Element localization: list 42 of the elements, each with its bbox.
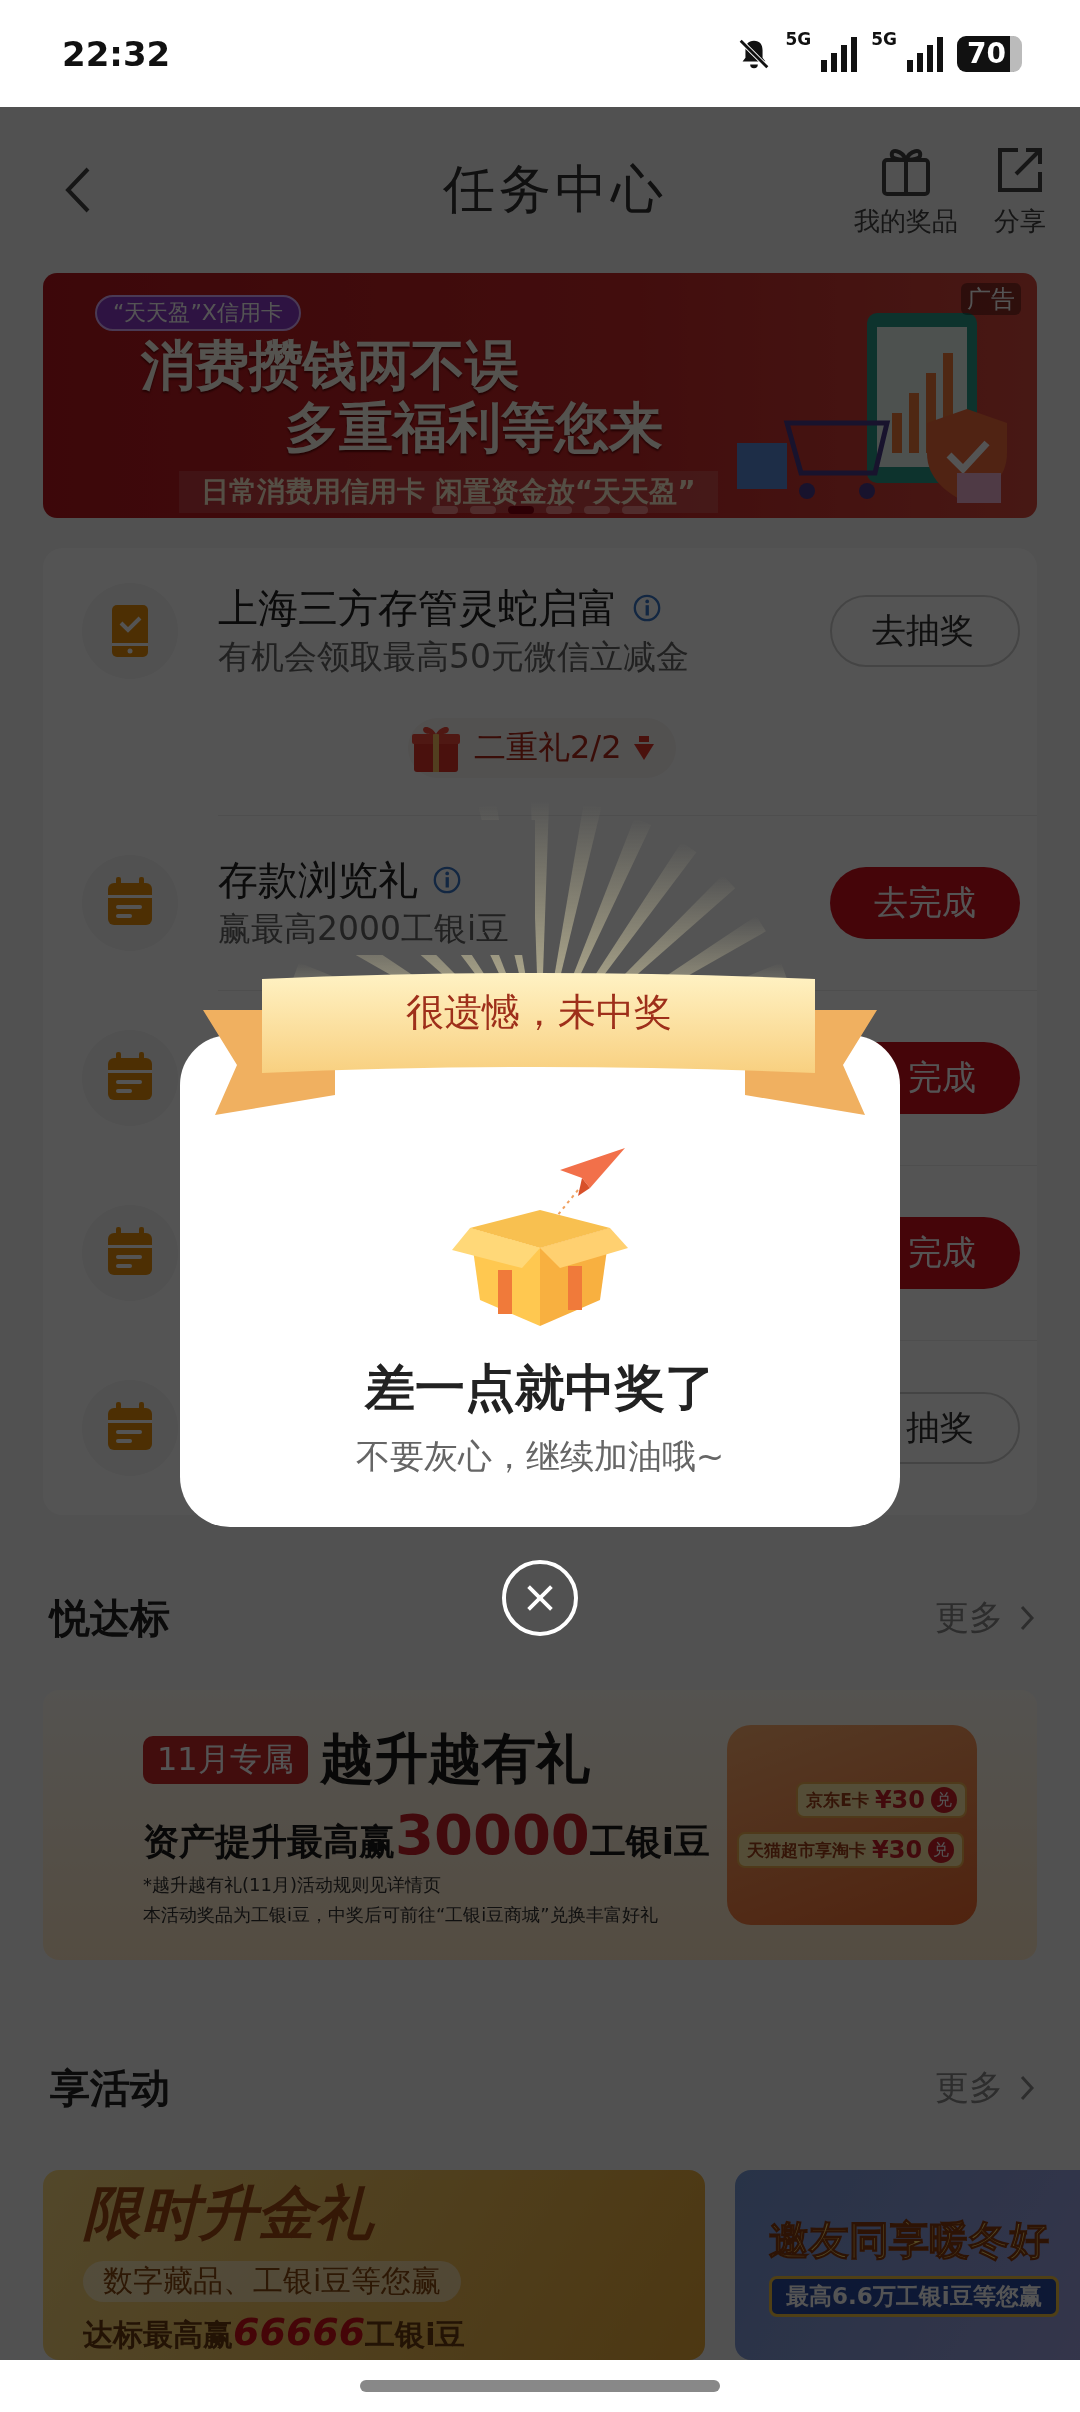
section-title: 悦达标 — [50, 1594, 170, 1643]
close-button[interactable] — [502, 1560, 578, 1636]
voucher-name: 京东E卡 — [806, 1788, 869, 1812]
redeem-badge: 兑 — [931, 1787, 957, 1813]
home-indicator[interactable] — [360, 2380, 720, 2392]
task-button[interactable]: 去抽奖 — [830, 595, 1020, 667]
banner-note: *越升越有礼(11月)活动规则见详情页 — [143, 1873, 442, 1897]
banner-pill: 最高6.6万工银i豆等您赢 — [769, 2276, 1059, 2317]
banner-title: 邀友同享暖冬好 — [769, 2216, 1050, 2265]
task-title: 存款浏览礼 — [218, 855, 418, 905]
share-button[interactable]: 分享 — [992, 141, 1048, 239]
clock-time: 22:32 — [62, 33, 171, 74]
signal-icon — [819, 35, 860, 72]
banner-note: 本活动奖品为工银i豆，中奖后可前往“工银i豆商城”兑换丰富好礼 — [143, 1903, 659, 1927]
reward-chip[interactable]: 二重礼2/2 — [408, 718, 676, 778]
promo-banner[interactable]: 邀友同享暖冬好 最高6.6万工银i豆等您赢 — [735, 2170, 1080, 2360]
banner-text: 资产提升最高赢30000工银i豆 — [143, 1802, 712, 1867]
result-message: 不要灰心，继续加油哦~ — [355, 1435, 725, 1478]
section-title: 享活动 — [50, 2064, 170, 2113]
task-button[interactable]: 去完成 — [830, 866, 1020, 939]
signal-icon — [905, 35, 946, 72]
network-type-label: 5G — [785, 28, 812, 49]
banner-badge: 11月专属 — [143, 1735, 308, 1784]
banner-headline: 多重福利等您来 — [285, 397, 663, 459]
banner-headline: 消费攒钱两不误 — [141, 335, 519, 397]
banner-tag: “天天盈”X信用卡 — [95, 295, 301, 331]
battery-indicator: 70 — [957, 35, 1022, 72]
network-type-label: 5G — [871, 28, 898, 49]
chevron-right-icon — [1019, 1604, 1035, 1632]
task-title: 上海三方存管灵蛇启富 — [218, 584, 618, 633]
banner-title: 越升越有礼 — [319, 1726, 590, 1792]
result-heading: 很遗憾，未中奖 — [404, 989, 673, 1036]
prizes-button[interactable]: 我的奖品 — [854, 141, 958, 239]
page-title: 任务中心 — [443, 158, 667, 221]
reward-label: 二重礼2/2 — [474, 727, 622, 768]
result-title: 差一点就中奖了 — [365, 1358, 715, 1418]
voucher-name: 天猫超市享淘卡 — [747, 1838, 866, 1862]
chevron-right-icon — [1019, 2074, 1035, 2102]
redeem-badge: 兑 — [928, 1837, 955, 1863]
arrow-down-icon — [631, 734, 656, 762]
voucher-amount: ¥30 — [872, 1836, 923, 1864]
voucher-amount: ¥30 — [874, 1786, 925, 1814]
